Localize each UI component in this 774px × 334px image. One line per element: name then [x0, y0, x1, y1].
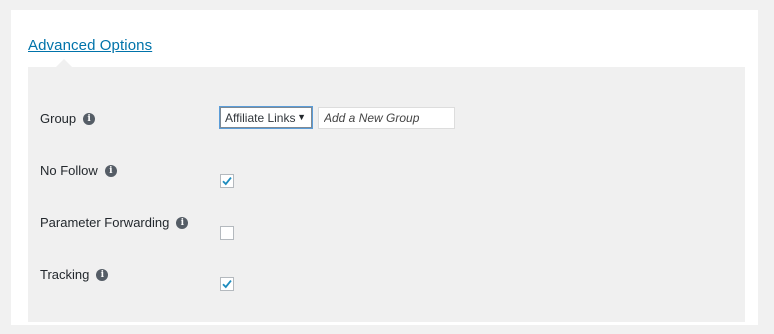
tracking-label: Tracking [40, 267, 90, 282]
group-label: Group [40, 111, 77, 126]
parameter-forwarding-label: Parameter Forwarding [40, 215, 170, 230]
group-select[interactable]: Affiliate Links ▼ [220, 107, 312, 128]
group-select-value: Affiliate Links [225, 110, 296, 125]
no-follow-checkbox[interactable] [220, 174, 234, 188]
no-follow-label: No Follow [40, 163, 98, 178]
advanced-options-panel: Group i Affiliate Links ▼ No Follow i Pa… [28, 59, 745, 322]
checkmark-icon [222, 280, 232, 289]
panel-pointer [56, 59, 72, 67]
new-group-input[interactable] [318, 107, 455, 129]
parameter-forwarding-row-label: Parameter Forwarding i [40, 215, 189, 230]
parameter-forwarding-info-icon[interactable]: i [176, 216, 189, 229]
tracking-info-icon[interactable]: i [96, 268, 109, 281]
checkmark-icon [222, 177, 232, 186]
parameter-forwarding-checkbox[interactable] [220, 226, 234, 240]
group-info-icon[interactable]: i [83, 112, 96, 125]
tracking-checkbox[interactable] [220, 277, 234, 291]
no-follow-info-icon[interactable]: i [104, 164, 117, 177]
tracking-row-label: Tracking i [40, 267, 109, 282]
group-row-label: Group i [40, 111, 96, 126]
advanced-options-card: Advanced Options Group i Affiliate Links… [11, 10, 758, 325]
advanced-options-toggle[interactable]: Advanced Options [28, 37, 152, 54]
dropdown-arrow-icon: ▼ [297, 112, 306, 122]
no-follow-row-label: No Follow i [40, 163, 117, 178]
